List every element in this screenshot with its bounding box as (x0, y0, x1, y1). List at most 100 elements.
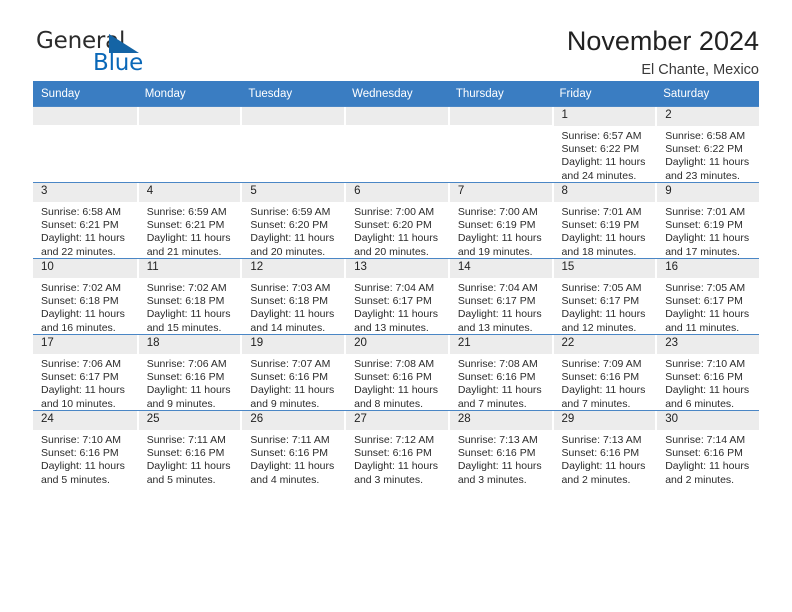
calendar-day[interactable]: 28 Sunrise: 7:13 AM Sunset: 6:16 PM Dayligh… (447, 411, 552, 486)
weekday-header-sunday: Sunday (33, 81, 137, 107)
calendar-day[interactable]: 15 Sunrise: 7:05 AM Sunset: 6:17 PM Dayligh… (551, 259, 656, 336)
calendar-day[interactable]: 9 Sunrise: 7:01 AM Sunset: 6:19 PM Daylight… (655, 183, 759, 258)
sunset-text: Sunset: 6:16 PM (41, 446, 119, 459)
daylight-text-line2: and 9 minutes. (146, 397, 216, 410)
calendar-cell: 12 Sunrise: 7:03 AM Sunset: 6:18 PM Dayligh… (240, 258, 345, 335)
calendar-cell: 18 Sunrise: 7:06 AM Sunset: 6:16 PM Dayligh… (136, 334, 241, 411)
daylight-text-line1: Daylight: 11 hours (354, 232, 438, 245)
calendar-day[interactable]: 3 Sunrise: 6:58 AM Sunset: 6:21 PM Daylight… (33, 183, 137, 258)
sunrise-text: Sunrise: 7:12 AM (354, 433, 435, 446)
day-number (242, 107, 345, 125)
sunset-text: Sunset: 6:16 PM (146, 370, 225, 383)
calendar-day[interactable]: 16 Sunrise: 7:05 AM Sunset: 6:17 PM Dayligh… (655, 259, 759, 334)
daylight-text-line2: and 13 minutes. (457, 321, 533, 334)
calendar-day[interactable]: 13 Sunrise: 7:04 AM Sunset: 6:17 PM Dayligh… (344, 259, 448, 334)
calendar-day[interactable]: 1 Sunrise: 6:57 AM Sunset: 6:22 PM Daylight… (551, 107, 656, 182)
day-details: Sunrise: 7:07 AM Sunset: 6:16 PM Daylight:… (242, 354, 344, 412)
calendar-day[interactable]: 23 Sunrise: 7:10 AM Sunset: 6:16 PM Dayligh… (655, 335, 759, 410)
daylight-text-line1: Daylight: 11 hours (665, 232, 750, 245)
calendar-day[interactable]: 18 Sunrise: 7:06 AM Sunset: 6:16 PM Dayligh… (136, 335, 241, 410)
calendar-day[interactable]: 20 Sunrise: 7:08 AM Sunset: 6:16 PM Dayligh… (344, 335, 448, 410)
calendar-day[interactable]: 17 Sunrise: 7:06 AM Sunset: 6:17 PM Dayligh… (33, 335, 137, 410)
calendar-day[interactable]: 26 Sunrise: 7:11 AM Sunset: 6:16 PM Dayligh… (240, 411, 345, 486)
daylight-text-line1: Daylight: 11 hours (561, 308, 646, 321)
sunrise-text: Sunrise: 7:14 AM (665, 433, 746, 446)
day-details: Sunrise: 7:05 AM Sunset: 6:17 PM Daylight:… (554, 278, 656, 336)
calendar-day-empty (136, 107, 241, 182)
calendar-cell: 7 Sunrise: 7:00 AM Sunset: 6:19 PM Daylight… (447, 182, 552, 259)
calendar-week-row: 3 Sunrise: 6:58 AM Sunset: 6:21 PM Daylight… (33, 182, 759, 260)
calendar-day[interactable]: 25 Sunrise: 7:11 AM Sunset: 6:16 PM Dayligh… (136, 411, 241, 486)
daylight-text-line1: Daylight: 11 hours (561, 232, 646, 245)
calendar-cell: 23 Sunrise: 7:10 AM Sunset: 6:16 PM Dayligh… (655, 334, 759, 411)
day-number (346, 107, 448, 125)
daylight-text-line2: and 20 minutes. (250, 245, 326, 258)
daylight-text-line2: and 21 minutes. (146, 245, 222, 258)
calendar-day[interactable]: 11 Sunrise: 7:02 AM Sunset: 6:18 PM Dayligh… (136, 259, 241, 334)
sunrise-text: Sunrise: 7:06 AM (41, 357, 121, 370)
weekday-header-thursday: Thursday (447, 81, 552, 107)
calendar-day-empty (240, 107, 345, 182)
calendar-day[interactable]: 10 Sunrise: 7:02 AM Sunset: 6:18 PM Dayligh… (33, 259, 137, 334)
day-details: Sunrise: 7:06 AM Sunset: 6:17 PM Daylight:… (33, 354, 137, 412)
sunset-text: Sunset: 6:16 PM (354, 446, 432, 459)
day-number: 29 (553, 411, 656, 430)
calendar-day[interactable]: 30 Sunrise: 7:14 AM Sunset: 6:16 PM Dayligh… (655, 411, 759, 486)
daylight-text-line2: and 3 minutes. (457, 473, 527, 486)
calendar-cell: 16 Sunrise: 7:05 AM Sunset: 6:17 PM Dayligh… (655, 258, 759, 335)
title-block: November 2024 El Chante, Mexico (567, 26, 759, 79)
general-blue-logo[interactable]: General Blue (33, 26, 173, 78)
sunrise-text: Sunrise: 7:05 AM (665, 281, 746, 294)
calendar-cell: 22 Sunrise: 7:09 AM Sunset: 6:16 PM Dayligh… (551, 334, 656, 411)
calendar-day[interactable]: 27 Sunrise: 7:12 AM Sunset: 6:16 PM Dayligh… (344, 411, 448, 486)
calendar-cell: 11 Sunrise: 7:02 AM Sunset: 6:18 PM Dayligh… (136, 258, 241, 335)
calendar-day[interactable]: 5 Sunrise: 6:59 AM Sunset: 6:20 PM Daylight… (240, 183, 345, 260)
calendar-day[interactable]: 14 Sunrise: 7:04 AM Sunset: 6:17 PM Dayligh… (447, 259, 552, 334)
calendar-cell: 26 Sunrise: 7:11 AM Sunset: 6:16 PM Dayligh… (240, 410, 345, 486)
daylight-text-line1: Daylight: 11 hours (250, 384, 335, 397)
calendar-cell: 21 Sunrise: 7:08 AM Sunset: 6:16 PM Dayligh… (447, 334, 552, 411)
daylight-text-line2: and 2 minutes. (561, 473, 631, 486)
sunset-text: Sunset: 6:18 PM (41, 294, 119, 307)
daylight-text-line2: and 10 minutes. (41, 397, 116, 410)
daylight-text-line2: and 15 minutes. (146, 321, 222, 334)
calendar-day-empty (447, 107, 552, 182)
calendar-day[interactable]: 4 Sunrise: 6:59 AM Sunset: 6:21 PM Daylight… (136, 183, 241, 258)
calendar-cell: 3 Sunrise: 6:58 AM Sunset: 6:21 PM Daylight… (33, 182, 137, 259)
sunrise-text: Sunrise: 7:08 AM (457, 357, 538, 370)
sunrise-text: Sunrise: 6:57 AM (561, 129, 642, 142)
day-details: Sunrise: 7:02 AM Sunset: 6:18 PM Daylight:… (33, 278, 137, 336)
calendar-day[interactable]: 24 Sunrise: 7:10 AM Sunset: 6:16 PM Dayligh… (33, 411, 137, 486)
daylight-text-line2: and 8 minutes. (354, 397, 423, 410)
day-number: 11 (138, 259, 241, 278)
daylight-text-line1: Daylight: 11 hours (561, 460, 646, 473)
calendar-day[interactable]: 7 Sunrise: 7:00 AM Sunset: 6:19 PM Daylight… (447, 183, 552, 258)
calendar-day[interactable]: 8 Sunrise: 7:01 AM Sunset: 6:19 PM Daylight… (551, 183, 656, 258)
calendar-day[interactable]: 6 Sunrise: 7:00 AM Sunset: 6:20 PM Daylight… (344, 183, 448, 258)
sunset-text: Sunset: 6:16 PM (250, 370, 329, 383)
day-details: Sunrise: 7:04 AM Sunset: 6:17 PM Daylight:… (346, 278, 448, 336)
calendar-cell: 29 Sunrise: 7:13 AM Sunset: 6:16 PM Dayligh… (551, 410, 656, 488)
calendar-cell: 4 Sunrise: 6:59 AM Sunset: 6:21 PM Daylight… (136, 182, 241, 259)
calendar-week-row: 17 Sunrise: 7:06 AM Sunset: 6:17 PM Dayligh… (33, 334, 759, 412)
daylight-text-line2: and 12 minutes. (561, 321, 637, 334)
weekday-header-friday: Friday (551, 81, 656, 107)
day-details: Sunrise: 6:59 AM Sunset: 6:20 PM Daylight:… (242, 202, 344, 260)
calendar-day[interactable]: 22 Sunrise: 7:09 AM Sunset: 6:16 PM Dayligh… (551, 335, 656, 410)
calendar-cell: 10 Sunrise: 7:02 AM Sunset: 6:18 PM Dayligh… (33, 258, 137, 335)
day-details: Sunrise: 7:10 AM Sunset: 6:16 PM Daylight:… (657, 354, 759, 412)
calendar-day[interactable]: 21 Sunrise: 7:08 AM Sunset: 6:16 PM Dayligh… (447, 335, 552, 410)
sunrise-text: Sunrise: 7:10 AM (41, 433, 121, 446)
calendar-day[interactable]: 2 Sunrise: 6:58 AM Sunset: 6:22 PM Daylight… (655, 107, 759, 182)
day-details: Sunrise: 7:13 AM Sunset: 6:16 PM Daylight:… (554, 430, 656, 488)
daylight-text-line2: and 4 minutes. (250, 473, 320, 486)
calendar-day[interactable]: 29 Sunrise: 7:13 AM Sunset: 6:16 PM Dayligh… (551, 411, 656, 488)
calendar-day[interactable]: 12 Sunrise: 7:03 AM Sunset: 6:18 PM Dayligh… (240, 259, 345, 334)
sunset-text: Sunset: 6:21 PM (41, 218, 119, 231)
calendar-cell: 15 Sunrise: 7:05 AM Sunset: 6:17 PM Dayligh… (551, 258, 656, 336)
day-number: 27 (346, 411, 448, 430)
daylight-text-line1: Daylight: 11 hours (457, 232, 542, 245)
day-details: Sunrise: 7:12 AM Sunset: 6:16 PM Daylight:… (346, 430, 448, 488)
calendar-day[interactable]: 19 Sunrise: 7:07 AM Sunset: 6:16 PM Dayligh… (240, 335, 345, 412)
sunset-text: Sunset: 6:19 PM (457, 218, 536, 231)
